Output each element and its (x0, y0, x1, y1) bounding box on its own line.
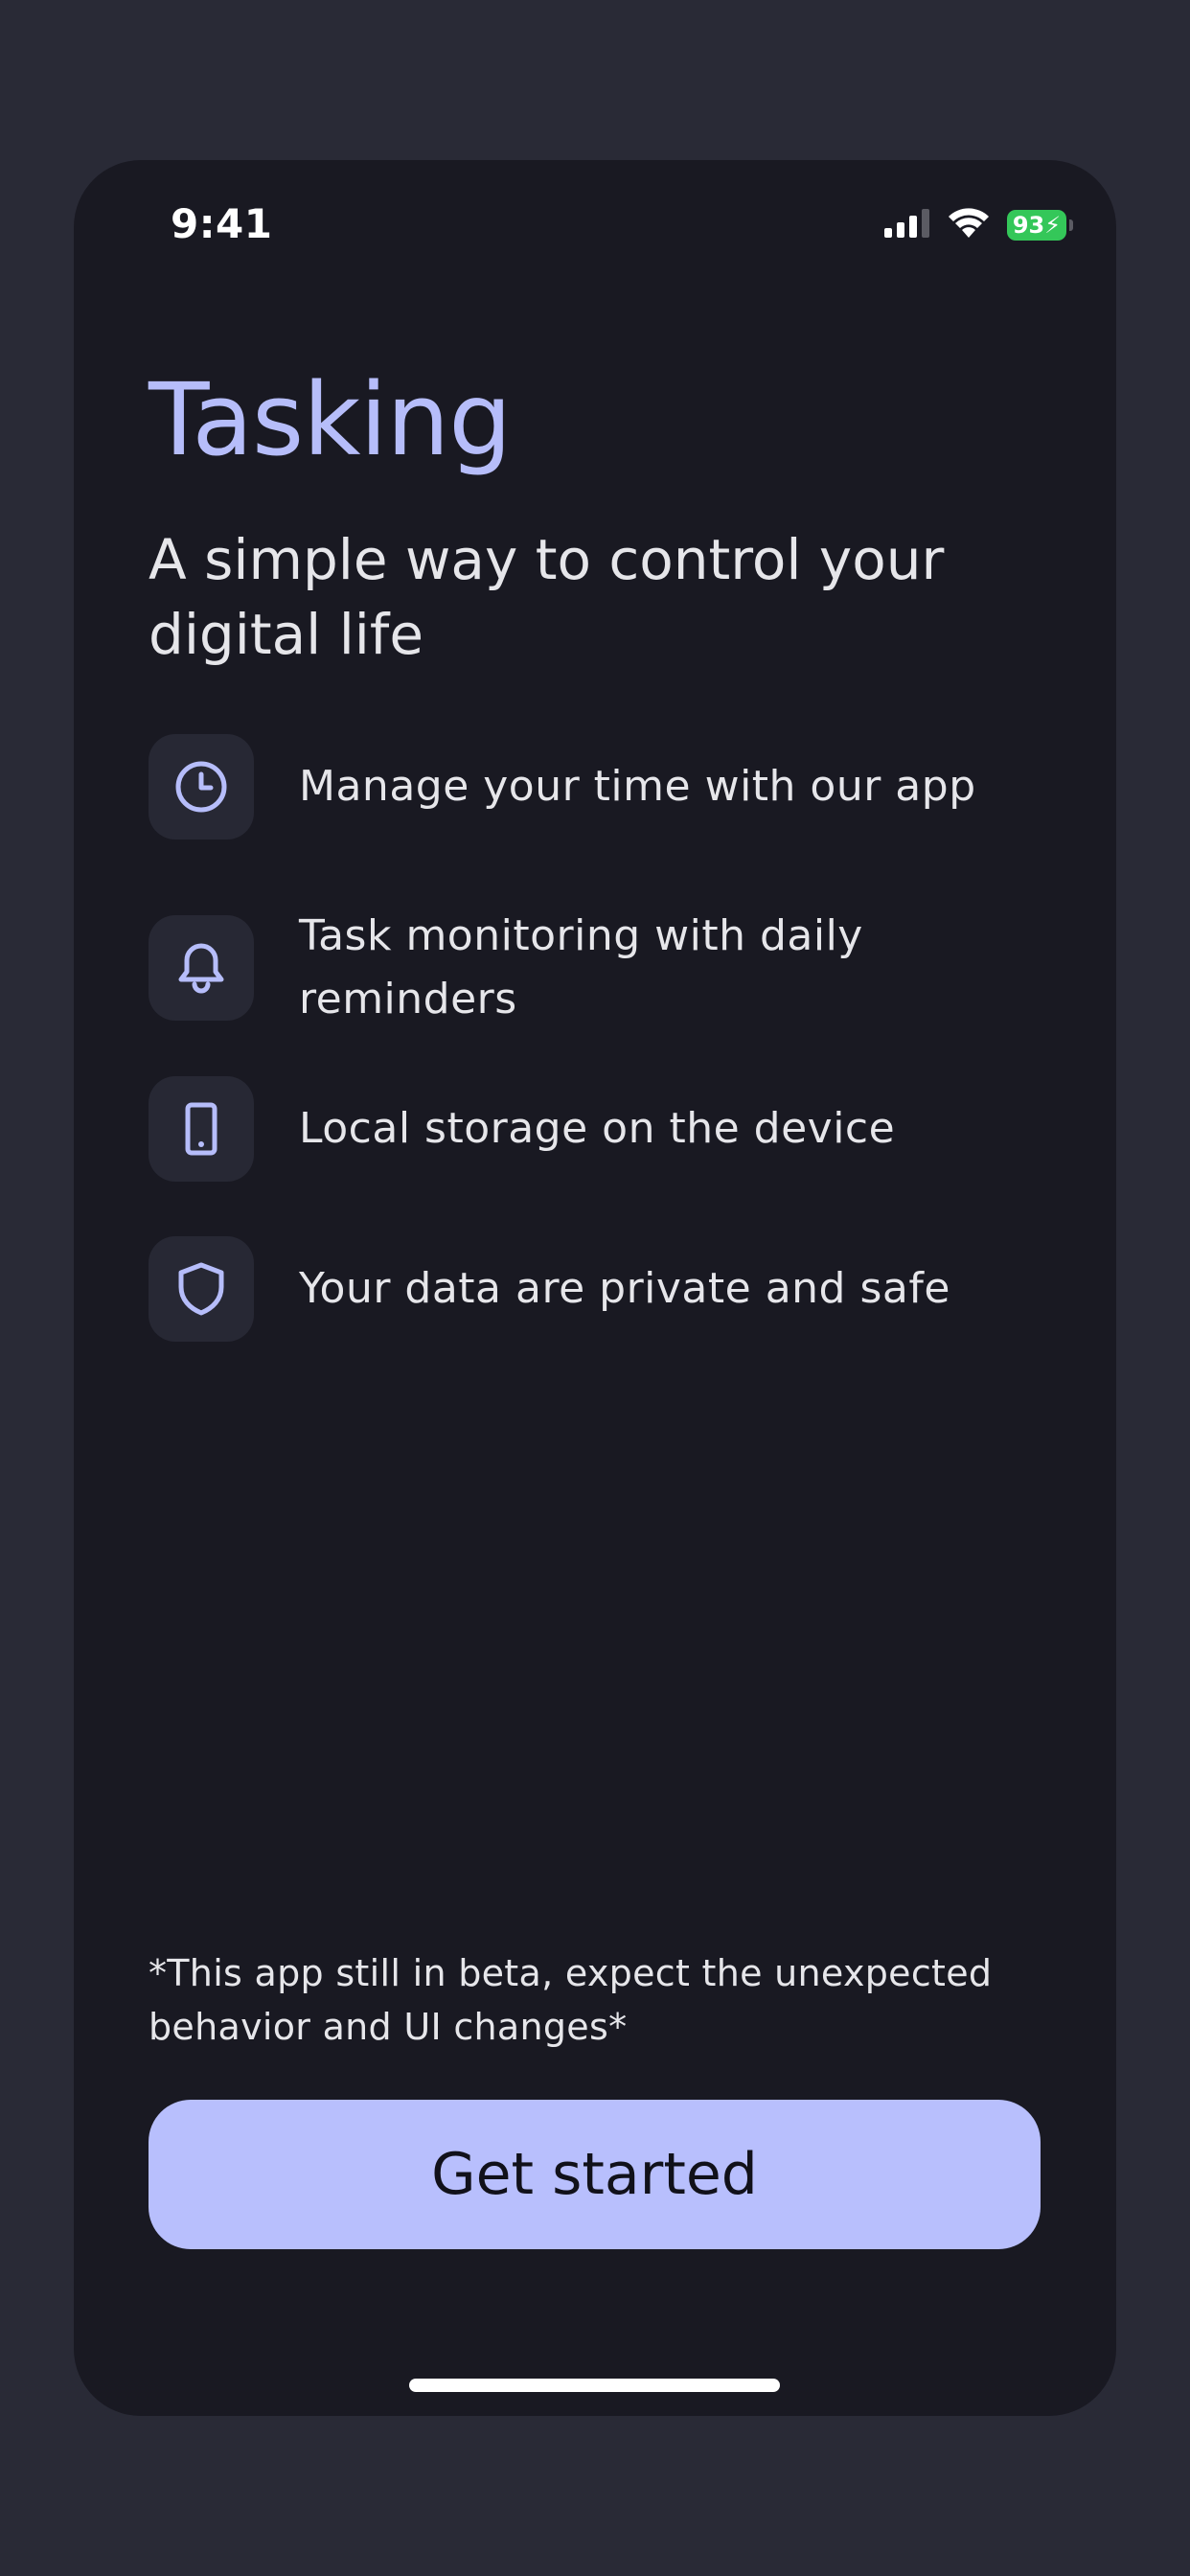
home-indicator[interactable] (409, 2379, 780, 2392)
feature-item-reminders: Task monitoring with daily reminders (149, 905, 1008, 1031)
app-subtitle: A simple way to control your digital lif… (149, 527, 945, 667)
feature-text: Your data are private and safe (299, 1264, 950, 1313)
phone-screen: 9:41 93 ⚡ Tasking A simple way to control… (74, 160, 1116, 2416)
battery-tip (1069, 219, 1073, 231)
wifi-icon (948, 208, 990, 242)
clock-icon (149, 734, 254, 840)
smartphone-icon (149, 1076, 254, 1182)
battery-charging-icon: 93 ⚡ (1007, 210, 1073, 241)
feature-text: Local storage on the device (299, 1104, 896, 1153)
status-icons: 93 ⚡ (884, 208, 1073, 242)
bell-icon (149, 915, 254, 1021)
status-time: 9:41 (171, 200, 273, 247)
battery-level: 93 (1012, 212, 1045, 239)
feature-item-time: Manage your time with our app (149, 734, 1008, 840)
feature-text: Task monitoring with daily reminders (299, 911, 863, 1024)
bolt-icon: ⚡ (1044, 212, 1062, 239)
feature-item-privacy: Your data are private and safe (149, 1236, 1008, 1342)
app-title: Tasking (149, 361, 512, 478)
cellular-signal-icon (884, 209, 930, 242)
shield-icon (149, 1236, 254, 1342)
feature-item-storage: Local storage on the device (149, 1076, 1008, 1182)
get-started-button[interactable]: Get started (149, 2100, 1041, 2249)
feature-text: Manage your time with our app (299, 762, 976, 811)
beta-disclaimer: *This app still in beta, expect the unex… (149, 1952, 993, 2048)
